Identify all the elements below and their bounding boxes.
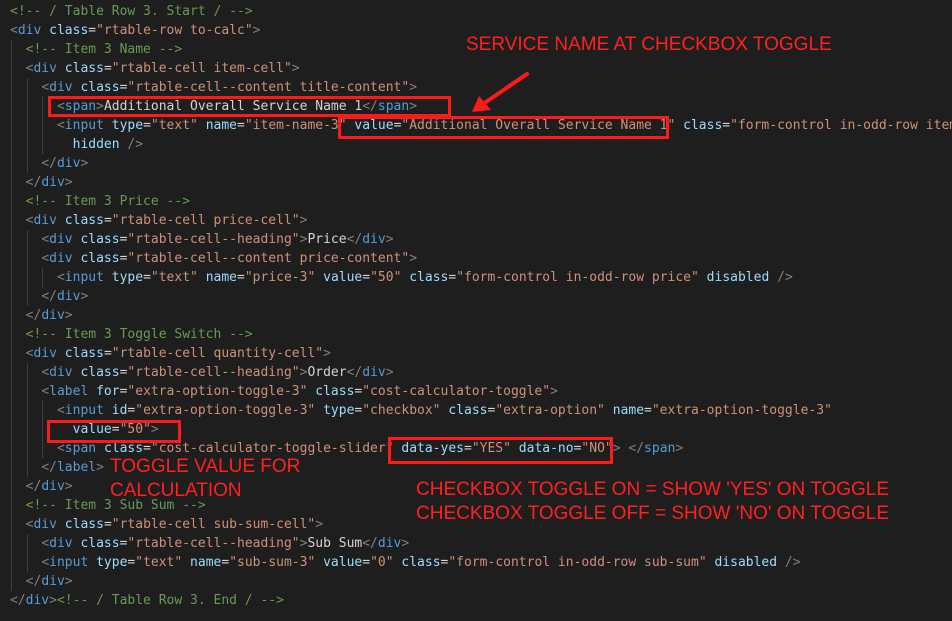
annotation-arrow (472, 72, 529, 112)
